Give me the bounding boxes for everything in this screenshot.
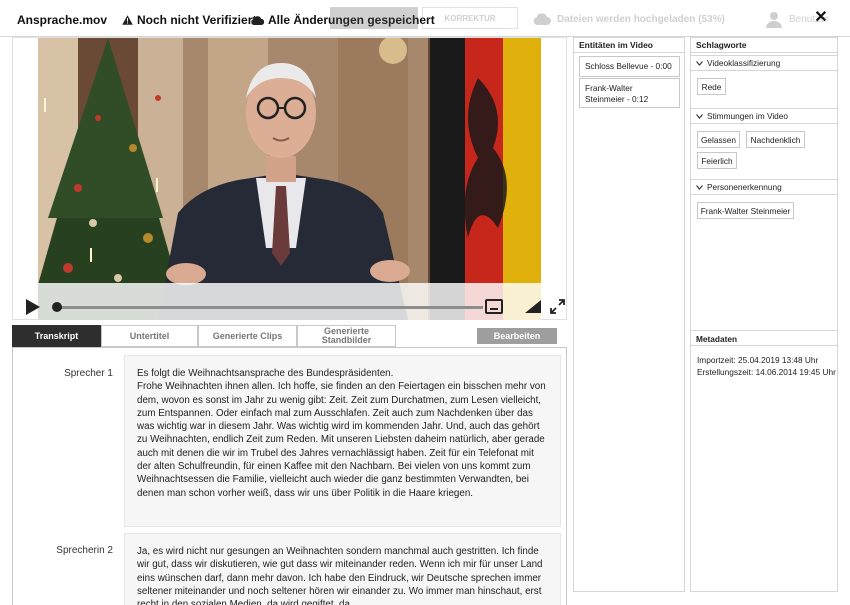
avatar-icon	[766, 12, 782, 28]
section-label: Personenerkennung	[707, 182, 782, 192]
creation-time: Erstellungszeit: 14.06.2014 19:45 Uhr	[697, 367, 836, 377]
transcript-segment[interactable]: Ja, es wird nicht nur gesungen an Weihna…	[124, 533, 561, 605]
warning-icon	[122, 15, 133, 25]
cloud-upload-icon	[533, 13, 551, 25]
transcript-segment[interactable]: Es folgt die Weihnachtsansprache des Bun…	[124, 355, 561, 527]
keywords-panel: Schlagworte Videoklassifizierung Rede St…	[690, 37, 838, 592]
tab-subtitles[interactable]: Untertitel	[101, 325, 198, 347]
seek-bar[interactable]	[55, 306, 483, 309]
play-icon[interactable]	[26, 299, 40, 315]
tab-generated-clips[interactable]: Generierte Clips	[198, 325, 297, 347]
entities-heading: Entitäten im Video	[574, 38, 684, 53]
tag-chip[interactable]: Nachdenklich	[746, 131, 805, 148]
fullscreen-icon[interactable]	[550, 299, 565, 314]
entity-item[interactable]: Frank-Walter Steinmeier - 0:12	[579, 78, 680, 108]
tag-chip[interactable]: Frank-Walter Steinmeier	[697, 202, 794, 219]
chevron-down-icon	[696, 184, 703, 190]
metadata-heading: Metadaten	[691, 330, 837, 346]
tab-transcript[interactable]: Transkript	[12, 325, 101, 347]
upload-status: Dateien werden hochgeladen (53%)	[533, 11, 725, 27]
top-bar: Ansprache.mov Noch nicht Verifiziert All…	[0, 0, 850, 37]
edit-button[interactable]: Bearbeiten	[477, 328, 557, 344]
entities-panel: Entitäten im Video Schloss Bellevue - 0:…	[573, 37, 685, 592]
chevron-down-icon	[696, 113, 703, 119]
upload-status-label: Dateien werden hochgeladen (53%)	[557, 13, 725, 25]
file-name: Ansprache.mov	[17, 13, 108, 27]
faded-toolbar-block	[330, 0, 418, 37]
verification-status[interactable]: Noch nicht Verifiziert	[122, 13, 256, 27]
video-panel	[12, 37, 567, 320]
seek-handle[interactable]	[52, 302, 62, 312]
import-time: Importzeit: 25.04.2019 13:48 Uhr	[697, 355, 819, 365]
chevron-down-icon	[696, 60, 703, 66]
speaker-label: Sprecher 1	[64, 368, 113, 379]
keywords-heading: Schlagworte	[691, 38, 837, 53]
section-video-classification[interactable]: Videoklassifizierung	[691, 55, 837, 71]
transcript-panel: Sprecher 1 Es folgt die Weihnachtsanspra…	[12, 347, 567, 605]
tab-generated-stills[interactable]: Generierte Standbilder	[297, 325, 396, 347]
tag-chip[interactable]: Gelassen	[697, 131, 740, 148]
video-frame-illustration	[38, 38, 541, 320]
verification-status-label: Noch nicht Verifiziert	[137, 13, 257, 27]
cloud-icon	[251, 15, 264, 25]
tag-chip[interactable]: Feierlich	[697, 152, 737, 169]
volume-icon[interactable]	[525, 300, 541, 313]
section-label: Videoklassifizierung	[707, 58, 781, 68]
subtitles-icon[interactable]	[485, 299, 503, 314]
video-controls	[13, 293, 568, 321]
video-player[interactable]	[38, 38, 541, 320]
tag-chip[interactable]: Rede	[697, 78, 726, 95]
correct-button[interactable]: KORREKTUR	[422, 7, 518, 29]
entity-item[interactable]: Schloss Bellevue - 0:00	[579, 56, 680, 77]
section-person-recognition[interactable]: Personenerkennung	[691, 179, 837, 195]
close-icon[interactable]: ✕	[812, 9, 830, 27]
speaker-label: Sprecherin 2	[56, 545, 113, 556]
section-label: Stimmungen im Video	[707, 111, 789, 121]
section-moods[interactable]: Stimmungen im Video	[691, 108, 837, 124]
